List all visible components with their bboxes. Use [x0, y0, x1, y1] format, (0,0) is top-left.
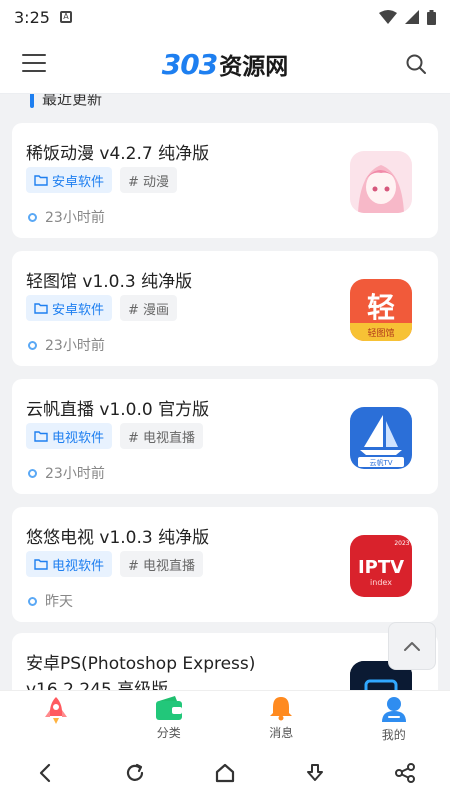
thumb-label: 云帆TV: [369, 458, 392, 467]
back-button[interactable]: [25, 753, 65, 793]
folder-icon: [34, 559, 48, 570]
scroll-top-button[interactable]: [388, 622, 436, 670]
clock-icon: [28, 596, 37, 606]
app-thumbnail[interactable]: 轻 轻图馆: [350, 279, 412, 341]
wifi-icon: [379, 10, 397, 24]
app-thumbnail[interactable]: IPTV index 2023: [350, 535, 412, 597]
download-button[interactable]: [295, 753, 335, 793]
rocket-icon: [45, 697, 68, 724]
folder-icon: [34, 175, 48, 186]
app-card[interactable]: 悠悠电视 v1.0.3 纯净版 电视软件 # 电视直播 昨天 IPTV inde…: [12, 507, 438, 622]
keyword-tag[interactable]: # 动漫: [120, 167, 178, 193]
app-thumbnail[interactable]: 云帆TV: [350, 407, 412, 469]
share-button[interactable]: [385, 753, 425, 793]
tab-profile[interactable]: 我的: [338, 691, 450, 746]
thumb-big-char: 轻: [367, 291, 395, 324]
bottom-tab-bar: 分类 消息 我的: [0, 690, 450, 746]
clock-icon: [28, 468, 37, 478]
chevron-up-icon: [404, 642, 420, 651]
thumb-label: IPTV: [358, 557, 404, 578]
share-icon: [395, 763, 415, 783]
tab-messages[interactable]: 消息: [225, 691, 338, 746]
update-time: 昨天: [28, 591, 73, 611]
app-header: 303 资源网: [0, 34, 450, 94]
site-logo[interactable]: 303 资源网: [162, 47, 288, 81]
app-card[interactable]: 轻图馆 v1.0.3 纯净版 安卓软件 # 漫画 23小时前 轻 轻图馆: [12, 251, 438, 366]
bell-icon: [270, 697, 293, 721]
category-tag[interactable]: 电视软件: [26, 423, 113, 449]
refresh-button[interactable]: [115, 753, 155, 793]
app-title[interactable]: 轻图馆 v1.0.3 纯净版: [26, 267, 192, 292]
app-title[interactable]: 悠悠电视 v1.0.3 纯净版: [26, 523, 209, 548]
home-button[interactable]: [205, 753, 245, 793]
home-icon: [215, 763, 235, 783]
search-icon[interactable]: [404, 52, 428, 76]
update-time: 23小时前: [28, 207, 105, 227]
menu-icon[interactable]: [22, 54, 46, 74]
section-title: 最近更新: [30, 94, 102, 109]
download-icon: [307, 764, 323, 781]
thumb-year: 2023: [394, 540, 409, 547]
keyword-tag[interactable]: # 漫画: [120, 295, 178, 321]
category-tag[interactable]: 电视软件: [26, 551, 113, 577]
app-card[interactable]: 云帆直播 v1.0.0 官方版 电视软件 # 电视直播 23小时前 云帆TV: [12, 379, 438, 494]
tab-category[interactable]: 分类: [113, 691, 226, 746]
chevron-left-icon: [39, 763, 51, 783]
app-title[interactable]: 云帆直播 v1.0.0 官方版: [26, 395, 209, 420]
content-list[interactable]: 最近更新 稀饭动漫 v4.2.7 纯净版 安卓软件 # 动漫 23小时前 轻图馆…: [0, 94, 450, 690]
status-bar: 3:25 A: [0, 0, 450, 34]
user-icon: [381, 697, 406, 722]
update-time: 23小时前: [28, 463, 105, 483]
tab-label: 分类: [156, 726, 181, 740]
folder-icon: [34, 303, 48, 314]
clock-icon: [28, 340, 37, 350]
browser-nav-bar: [0, 746, 450, 800]
signal-icon: [405, 10, 419, 24]
category-tag[interactable]: 安卓软件: [26, 167, 113, 193]
tab-label: 消息: [269, 726, 294, 740]
app-card[interactable]: 稀饭动漫 v4.2.7 纯净版 安卓软件 # 动漫 23小时前: [12, 123, 438, 238]
sim-icon: A: [59, 11, 72, 23]
app-thumbnail[interactable]: [350, 151, 412, 213]
logo-text: 资源网: [219, 53, 289, 80]
thumb-label: 轻图馆: [367, 327, 394, 339]
app-title[interactable]: 稀饭动漫 v4.2.7 纯净版: [26, 139, 209, 164]
battery-icon: [427, 9, 436, 25]
wallet-icon: [155, 696, 182, 720]
status-time: 3:25: [14, 7, 50, 27]
app-card[interactable]: 安卓PS(Photoshop Express) v16.2.245 高级版: [12, 633, 438, 690]
tab-home[interactable]: [0, 691, 113, 746]
keyword-tag[interactable]: # 电视直播: [120, 551, 204, 577]
category-tag[interactable]: 安卓软件: [26, 295, 113, 321]
thumb-sub: index: [370, 578, 392, 587]
clock-icon: [28, 212, 37, 222]
logo-number: 303: [161, 47, 218, 81]
refresh-icon: [126, 763, 144, 781]
keyword-tag[interactable]: # 电视直播: [120, 423, 204, 449]
update-time: 23小时前: [28, 335, 105, 355]
tab-label: 我的: [381, 728, 406, 742]
folder-icon: [34, 431, 48, 442]
section-title-text: 最近更新: [42, 94, 103, 108]
app-title[interactable]: 安卓PS(Photoshop Express): [26, 649, 255, 674]
section-bar: [30, 94, 34, 108]
app-title-line2[interactable]: v16.2.245 高级版: [26, 675, 168, 690]
